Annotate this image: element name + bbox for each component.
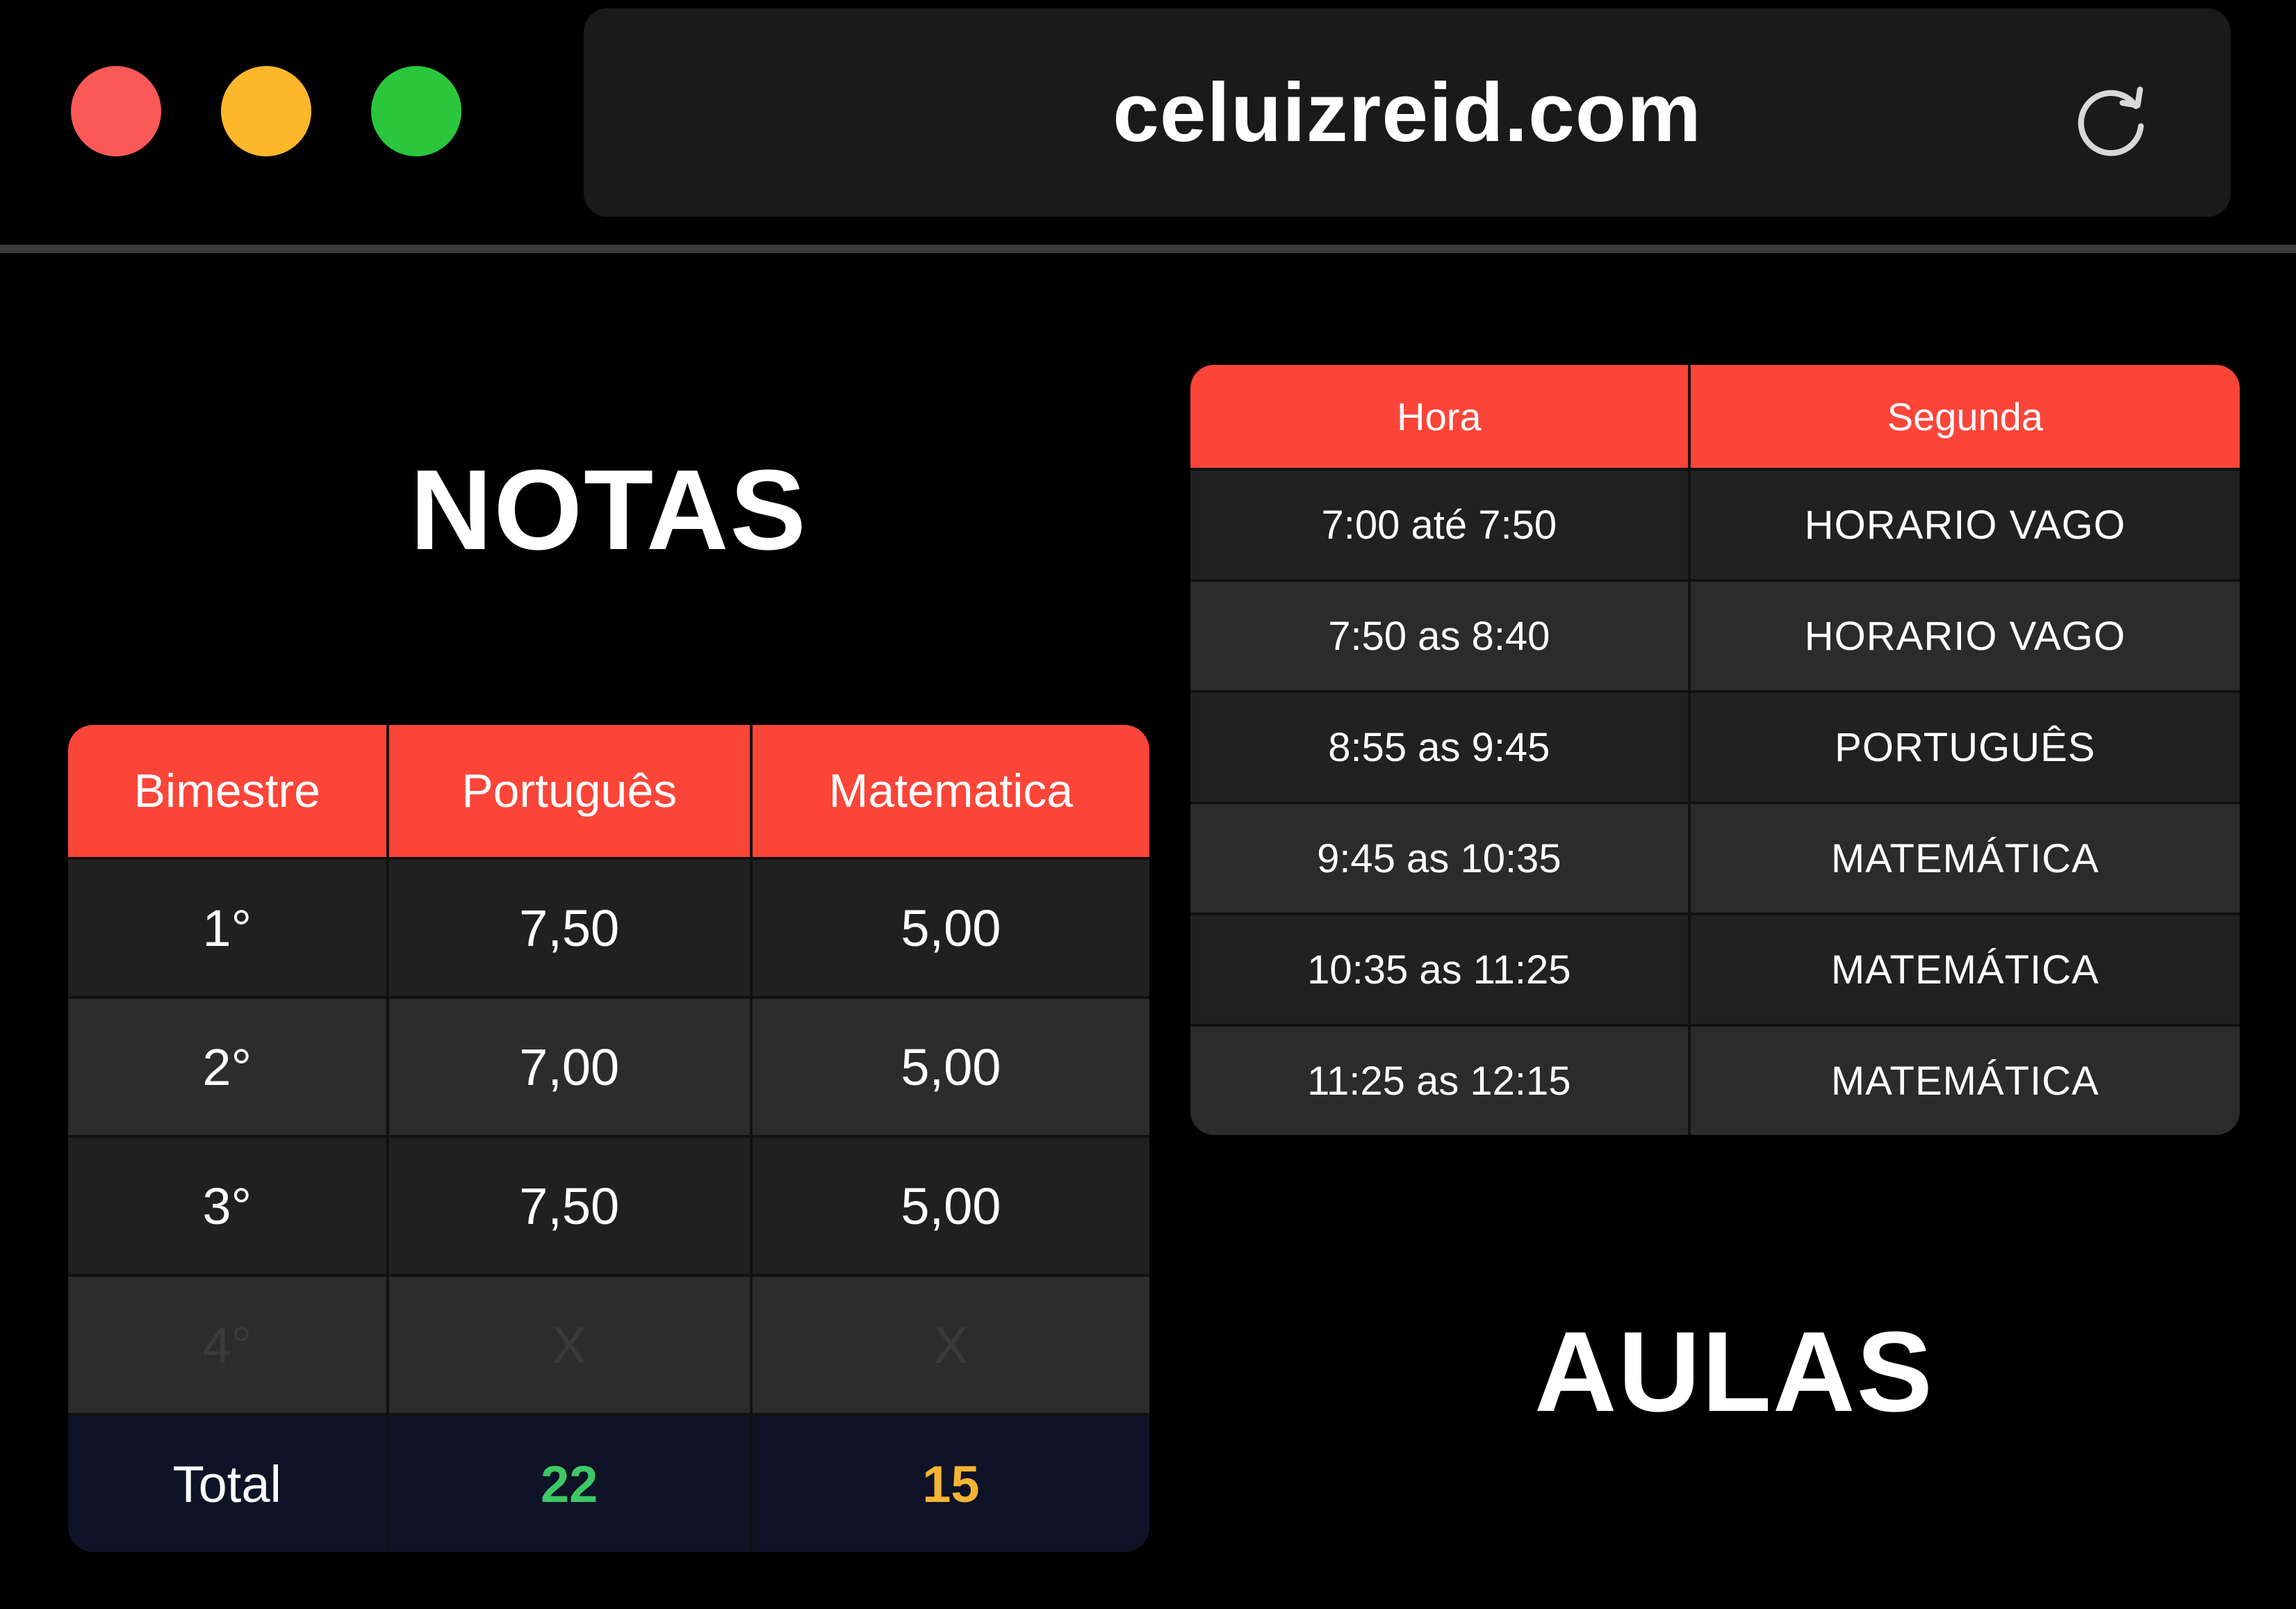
subject-cell: MATEMÁTICA — [1690, 913, 2240, 1024]
grades-header-matematica: Matematica — [752, 725, 1149, 857]
time-cell: 8:55 as 9:45 — [1190, 690, 1691, 801]
bimestre-cell: 3° — [68, 1135, 389, 1274]
bimestre-cell: 4° — [68, 1274, 389, 1413]
time-cell: 9:45 as 10:35 — [1190, 801, 1691, 913]
matematica-grade-cell: 5,00 — [752, 996, 1149, 1135]
table-row: 4° X X — [68, 1274, 1149, 1413]
table-row: 8:55 as 9:45 PORTUGUÊS — [1190, 690, 2240, 801]
table-row: 11:25 as 12:15 MATEMÁTICA — [1190, 1024, 2240, 1135]
time-cell: 7:50 as 8:40 — [1190, 579, 1691, 690]
matematica-total: 15 — [752, 1413, 1149, 1552]
subject-cell: PORTUGUÊS — [1690, 690, 2240, 801]
total-label: Total — [68, 1413, 389, 1552]
page: celuizreid.com NOTAS Bimestre Português … — [0, 0, 2296, 1609]
table-row: 7:50 as 8:40 HORARIO VAGO — [1190, 579, 2240, 690]
portugues-grade-cell: 7,50 — [388, 1135, 753, 1274]
toolbar-divider — [0, 245, 2296, 253]
schedule-header-hora: Hora — [1190, 365, 1691, 468]
matematica-grade-cell: X — [752, 1274, 1149, 1413]
schedule-header-segunda: Segunda — [1690, 365, 2240, 468]
subject-cell: MATEMÁTICA — [1690, 801, 2240, 913]
portugues-total: 22 — [388, 1413, 753, 1552]
grades-table: Bimestre Português Matematica 1° 7,50 5,… — [68, 725, 1149, 1552]
bimestre-cell: 1° — [68, 857, 389, 996]
table-row: 10:35 as 11:25 MATEMÁTICA — [1190, 913, 2240, 1024]
total-row: Total 22 15 — [68, 1413, 1149, 1552]
subject-cell: HORARIO VAGO — [1690, 468, 2240, 579]
schedule-header-row: Hora Segunda — [1190, 365, 2240, 468]
time-cell: 10:35 as 11:25 — [1190, 913, 1691, 1024]
schedule-title: AULAS — [1534, 1308, 1934, 1435]
portugues-grade-cell: 7,50 — [388, 857, 753, 996]
table-row: 9:45 as 10:35 MATEMÁTICA — [1190, 801, 2240, 913]
portugues-grade-cell: 7,00 — [388, 996, 753, 1135]
subject-cell: HORARIO VAGO — [1690, 579, 2240, 690]
time-cell: 11:25 as 12:15 — [1190, 1024, 1691, 1135]
grades-header-bimestre: Bimestre — [68, 725, 389, 857]
portugues-grade-cell: X — [388, 1274, 753, 1413]
url-text: celuizreid.com — [1113, 66, 1702, 159]
reload-icon[interactable] — [2071, 78, 2154, 161]
schedule-table: Hora Segunda 7:00 até 7:50 HORARIO VAGO … — [1190, 365, 2240, 1135]
time-cell: 7:00 até 7:50 — [1190, 468, 1691, 579]
subject-cell: MATEMÁTICA — [1690, 1024, 2240, 1135]
table-row: 3° 7,50 5,00 — [68, 1135, 1149, 1274]
address-bar[interactable]: celuizreid.com — [584, 8, 2231, 217]
table-row: 2° 7,00 5,00 — [68, 996, 1149, 1135]
table-row: 1° 7,50 5,00 — [68, 857, 1149, 996]
matematica-grade-cell: 5,00 — [752, 857, 1149, 996]
minimize-window-button[interactable] — [221, 66, 311, 156]
maximize-window-button[interactable] — [371, 66, 461, 156]
close-window-button[interactable] — [71, 66, 161, 156]
bimestre-cell: 2° — [68, 996, 389, 1135]
grades-title: NOTAS — [410, 446, 807, 573]
grades-header-portugues: Português — [388, 725, 753, 857]
matematica-grade-cell: 5,00 — [752, 1135, 1149, 1274]
grades-header-row: Bimestre Português Matematica — [68, 725, 1149, 857]
table-row: 7:00 até 7:50 HORARIO VAGO — [1190, 468, 2240, 579]
